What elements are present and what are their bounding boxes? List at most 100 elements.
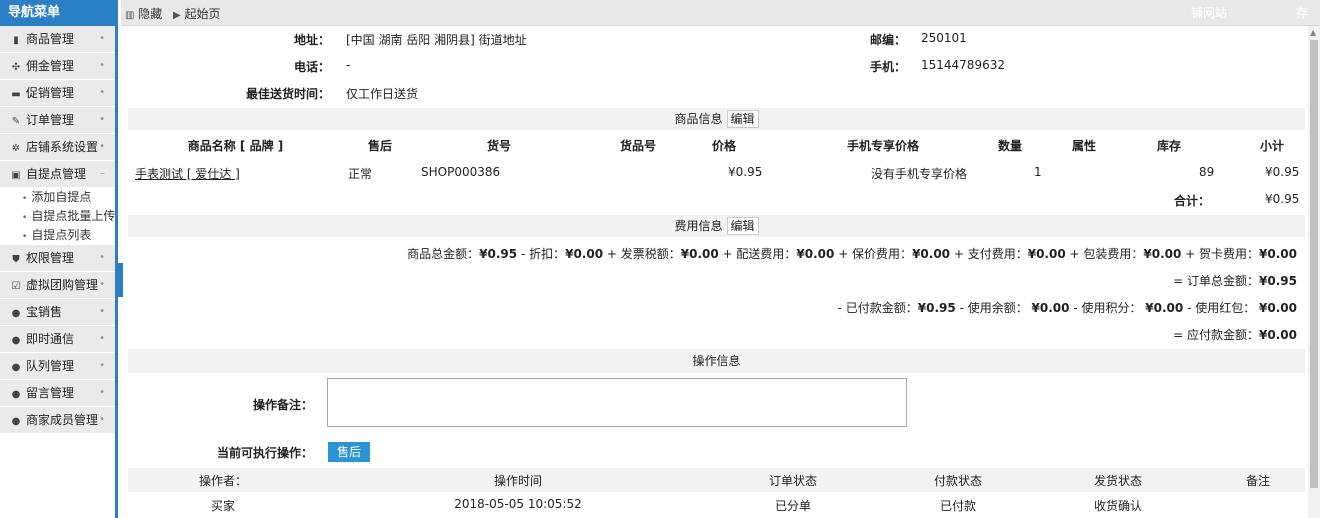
expand-dot-icon: •: [99, 252, 105, 263]
fees-section-header: 费用信息 编辑: [128, 215, 1305, 237]
goods-col-header: 手机专享价格: [846, 139, 919, 153]
fee-amount: ¥0.95: [479, 247, 518, 261]
nav-item-label: 权限管理: [26, 251, 75, 265]
fees-edit-button[interactable]: 编辑: [726, 217, 759, 235]
expand-dot-icon: •: [99, 387, 105, 398]
goods-edit-button[interactable]: 编辑: [726, 110, 759, 128]
nav-item-b6[interactable]: ● 商家成员管理 •: [0, 407, 115, 434]
op-note-textarea[interactable]: [327, 378, 907, 427]
nav-item-b4[interactable]: ● 队列管理 •: [0, 353, 115, 380]
phone-label: 电话：: [293, 60, 330, 74]
expand-dot-icon: •: [99, 360, 105, 371]
fee-label: + 贺卡费用：: [1181, 247, 1260, 261]
fee-label: - 使用余额：: [955, 301, 1032, 315]
goods-mobile-price: 没有手机专享价格: [871, 167, 968, 181]
expand-dot-icon: •: [99, 33, 105, 44]
op-log-cell: 已付款: [939, 499, 976, 513]
nav-item-label: 促销管理: [26, 86, 75, 100]
scroll-up-arrow-icon[interactable]: ▲: [1310, 28, 1316, 37]
best-time-value: 仅工作日送货: [346, 87, 419, 101]
expand-dot-icon: •: [99, 87, 105, 98]
nav-item-label: 虚拟团购管理: [26, 278, 99, 292]
nav-menu: 导航菜单 ▮ 商品管理 • ✣ 佣金管理 • ▬ 促销管理 • ✎ 订单管理 • ✲ 店铺系统设置 • ▣ 自提…: [0, 0, 118, 518]
best-time-label: 最佳送货时间：: [245, 87, 330, 101]
fee-label: - 已付款金额：: [837, 301, 918, 315]
op-log-cell: 买家: [210, 499, 235, 513]
fee-label: + 配送费用：: [718, 247, 797, 261]
goods-name-link[interactable]: 手表测试 [ 爱仕达 ]: [135, 165, 240, 182]
ops-section-title: 操作信息: [692, 354, 741, 368]
fee-label: + 发票税额：: [603, 247, 681, 261]
fee-label: = 订单总金额：: [1173, 274, 1260, 288]
nav-item-b0[interactable]: ⛊ 权限管理 •: [0, 245, 115, 272]
top-right-text[interactable]: 存: [1296, 4, 1308, 21]
nav-subitem-0[interactable]: 添加自提点: [0, 188, 115, 207]
vertical-scrollbar[interactable]: ▲: [1308, 26, 1320, 518]
hide-button[interactable]: ▥ 隐藏: [125, 5, 162, 22]
scroll-thumb[interactable]: [1310, 40, 1318, 488]
columns-icon: ▥: [125, 10, 135, 21]
address-label: 地址：: [293, 33, 330, 47]
current-ops-label: 当前可执行操作：: [216, 446, 313, 460]
goods-qty: 1: [1034, 165, 1042, 179]
nav-item-a5[interactable]: ▣ 自提点管理 –: [0, 161, 115, 188]
fee-amount: ¥0.00: [1259, 328, 1297, 342]
home-button[interactable]: ▶ 起始页: [173, 5, 221, 22]
nav-item-b3[interactable]: ● 即时通信 •: [0, 326, 115, 353]
check-icon: ☑: [11, 281, 21, 292]
nav-item-a2[interactable]: ▬ 促销管理 •: [0, 80, 115, 107]
collapse-handle[interactable]: [118, 263, 123, 297]
fee-amount: ¥0.00: [565, 247, 604, 261]
chat-icon: ●: [11, 416, 21, 427]
expand-dot-icon: •: [99, 306, 105, 317]
book-icon: ▣: [11, 170, 21, 181]
op-log-col-header: 备注: [1245, 474, 1270, 488]
shop-site-link[interactable]: 铺网站: [1191, 4, 1227, 21]
address-value: [中国 湖南 岳阳 湘阴县] 街道地址: [346, 33, 527, 47]
phone-value: -: [346, 58, 351, 72]
fee-amount: ¥0.00: [680, 247, 719, 261]
op-note-label: 操作备注：: [252, 398, 313, 412]
nav-item-label: 即时通信: [26, 332, 75, 346]
op-log-col-header: 操作时间: [493, 474, 542, 488]
nav-subitem-2[interactable]: 自提点列表: [0, 226, 115, 245]
nav-item-a4[interactable]: ✲ 店铺系统设置 •: [0, 134, 115, 161]
op-log-cell: 收货确认: [1093, 499, 1142, 513]
goods-total-label: 合计：: [1173, 194, 1210, 208]
top-bar: ▥ 隐藏 ▶ 起始页 铺网站 存: [121, 0, 1320, 26]
gears-icon: ✲: [11, 143, 21, 154]
fee-label: + 保价费用：: [834, 247, 913, 261]
nav-item-label: 留言管理: [26, 386, 75, 400]
fee-amount: ¥0.00: [1145, 301, 1184, 315]
op-log-col-header: 订单状态: [768, 474, 817, 488]
chat-icon: ●: [11, 308, 21, 319]
nav-item-a1[interactable]: ✣ 佣金管理 •: [0, 53, 115, 80]
nav-item-b1[interactable]: ☑ 虚拟团购管理 •: [0, 272, 115, 299]
fee-label: - 使用红包：: [1183, 301, 1260, 315]
nav-item-label: 佣金管理: [26, 59, 75, 73]
fee-label: + 包装费用：: [1065, 247, 1144, 261]
fee-amount: ¥0.00: [1031, 301, 1070, 315]
goods-section-title: 商品信息: [674, 112, 723, 126]
expand-dot-icon: •: [99, 114, 105, 125]
chat-icon: ●: [11, 335, 21, 346]
nav-list: ▮商品管理•✣佣金管理•▬促销管理•✎订单管理•✲店铺系统设置•▣自提点管理–添…: [0, 26, 115, 434]
nav-subitem-1[interactable]: 自提点批量上传: [0, 207, 115, 226]
nav-item-b5[interactable]: ● 留言管理 •: [0, 380, 115, 407]
expand-dot-icon: –: [100, 168, 105, 179]
nav-item-label: 自提点管理: [26, 167, 87, 181]
fee-amount: ¥0.00: [1259, 247, 1297, 261]
nav-item-b2[interactable]: ● 宝销售 •: [0, 299, 115, 326]
fees-line-3: - 已付款金额：¥0.95 - 使用余额： ¥0.00 - 使用积分： ¥0.0…: [838, 299, 1297, 316]
shield-icon: ⛊: [12, 254, 20, 265]
op-log-col-header: 发货状态: [1093, 474, 1142, 488]
nav-item-a3[interactable]: ✎ 订单管理 •: [0, 107, 115, 134]
expand-dot-icon: •: [99, 333, 105, 344]
fees-section-title: 费用信息: [674, 219, 723, 233]
after-sale-button[interactable]: 售后: [328, 442, 370, 462]
chat-icon: ●: [11, 362, 21, 373]
goods-col-header: 货品号: [619, 139, 656, 153]
fee-amount: ¥0.95: [1259, 274, 1297, 288]
goods-col-header: 小计: [1259, 139, 1284, 153]
nav-item-a0[interactable]: ▮ 商品管理 •: [0, 26, 115, 53]
